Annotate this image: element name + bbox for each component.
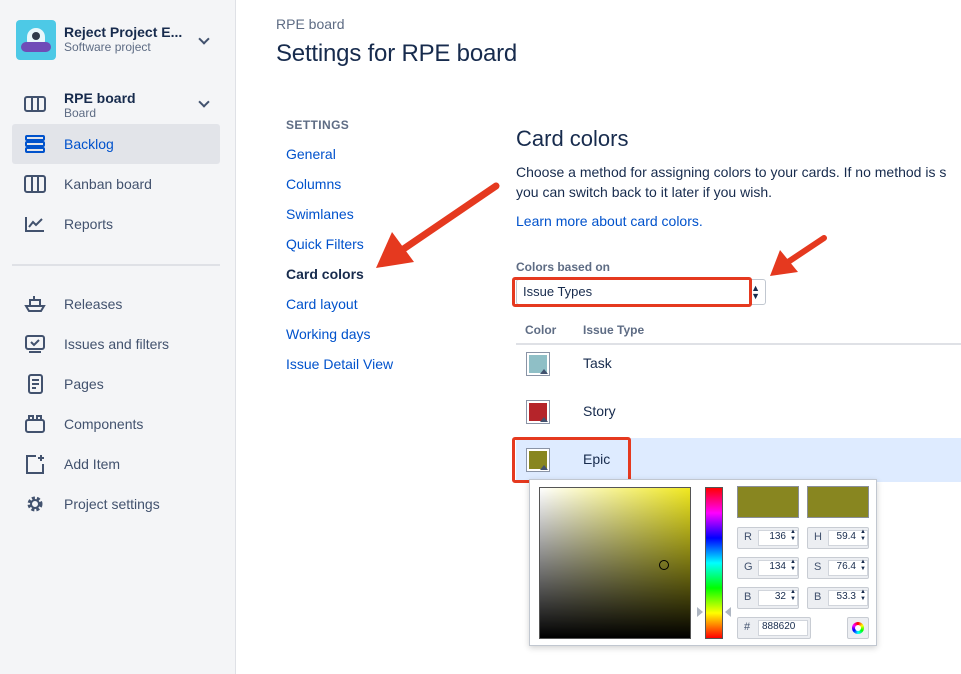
- annotation-arrow-card-colors: [376, 182, 500, 268]
- annotation-arrow-select: [770, 235, 827, 276]
- annotation-arrows: [376, 182, 827, 276]
